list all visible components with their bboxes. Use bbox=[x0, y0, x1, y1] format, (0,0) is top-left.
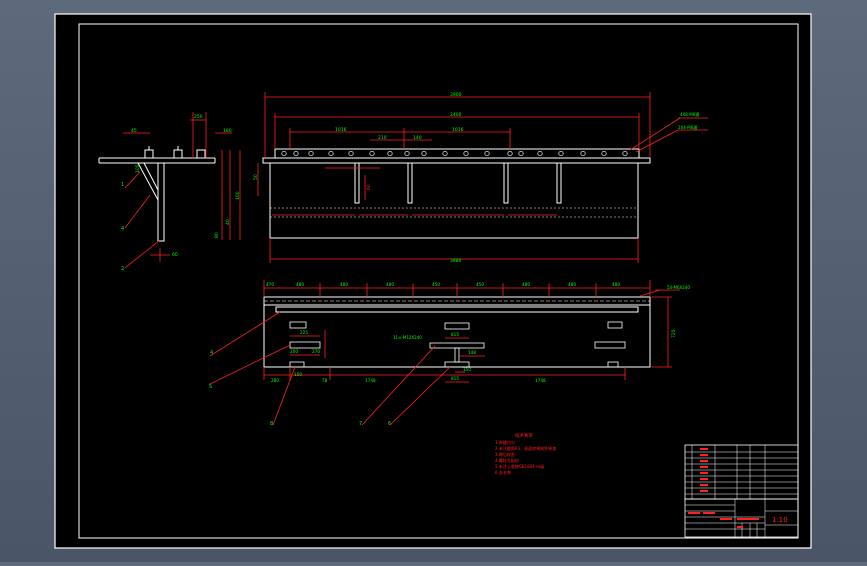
dim-80: 80 bbox=[214, 232, 220, 238]
hole-callout-second: 2X4-M6通 bbox=[678, 124, 697, 130]
dim-180: 180 bbox=[223, 128, 232, 134]
plan-dim-815-top: 815 bbox=[451, 332, 459, 337]
plan-top-dim-1: 470 bbox=[266, 282, 274, 287]
plan-dim-225: 225 bbox=[300, 330, 308, 335]
plan-part-label-8: 8 bbox=[270, 421, 273, 427]
dim-1016-left: 1016 bbox=[335, 127, 347, 133]
plan-dim-148: 148 bbox=[468, 350, 476, 355]
plan-hole-callout-right: 5X-M6X240 bbox=[667, 285, 690, 290]
hole-callout-top: 4X8-M6通 bbox=[680, 111, 699, 117]
plan-top-dim-8: 480 bbox=[568, 282, 576, 287]
plan-top-dim-7: 480 bbox=[522, 282, 530, 287]
dim-2400: 2400 bbox=[450, 112, 462, 118]
plan-top-dim-9: 480 bbox=[612, 282, 620, 287]
dim-250: 250 bbox=[194, 114, 203, 120]
drawing-sheet bbox=[54, 13, 812, 549]
plan-dim-78: 78 bbox=[322, 378, 328, 383]
plan-dim-1748-right: 1748 bbox=[535, 378, 546, 383]
dim-small: 60 bbox=[366, 184, 372, 190]
notes-line-4: 4.螺栓孔配钻 bbox=[495, 457, 519, 463]
title-block-scale: 1:10 bbox=[772, 516, 788, 524]
side-part-label-3: 2 bbox=[121, 266, 124, 272]
notes-title: 技术要求 bbox=[515, 432, 533, 439]
plan-hole-callout-mid: 11×-M12X240 bbox=[393, 335, 422, 340]
dim-overall-length: 3900 bbox=[450, 92, 462, 98]
plan-top-dim-3: 480 bbox=[340, 282, 348, 287]
plan-dim-150-vert: 150 bbox=[294, 372, 302, 377]
plan-dim-815-bottom: 815 bbox=[451, 376, 459, 381]
dim-45: 45 bbox=[131, 128, 137, 134]
dim-140: 140 bbox=[413, 135, 422, 141]
plan-part-label-4: 4 bbox=[210, 350, 213, 356]
plan-part-label-5: 5 bbox=[209, 384, 212, 390]
dim-40: 40 bbox=[225, 219, 231, 225]
plan-dim-270: 270 bbox=[312, 349, 320, 354]
plan-part-label-7: 7 bbox=[359, 421, 362, 427]
notes-line-1: 1.焊缝均匀 bbox=[495, 439, 515, 445]
dim-1016-right: 1016 bbox=[452, 127, 464, 133]
plan-top-dim-2: 480 bbox=[296, 282, 304, 287]
plan-dim-200: 200 bbox=[290, 349, 298, 354]
dim-100: 100 bbox=[235, 191, 241, 200]
drawing-canvas: 45 250 180 100 105 40 80 60 1 4 2 3900 2… bbox=[54, 13, 812, 549]
notes-line-6: 6.去毛刺 bbox=[495, 469, 511, 475]
plan-top-dim-6: 450 bbox=[476, 282, 484, 287]
dim-bottom-length: 3880 bbox=[450, 258, 462, 264]
side-part-label-2: 4 bbox=[121, 226, 124, 232]
dim-210: 210 bbox=[378, 135, 387, 141]
dim-height-left: 50 bbox=[253, 174, 259, 180]
dim-60: 60 bbox=[172, 252, 178, 258]
plan-top-dim-5: 450 bbox=[432, 282, 440, 287]
plan-dim-1748-left: 1748 bbox=[365, 378, 376, 383]
plan-right-dim: 725 bbox=[671, 329, 677, 338]
notes-line-5: 5.未注公差按GB1804-m级 bbox=[495, 463, 544, 469]
notes-line-2: 2.未注圆角R3，表面除锈刷防锈漆 bbox=[495, 445, 556, 451]
plan-dim-150: 150 bbox=[463, 367, 471, 372]
plan-part-label-6: 6 bbox=[388, 421, 391, 427]
cad-viewport: 45 250 180 100 105 40 80 60 1 4 2 3900 2… bbox=[0, 0, 867, 562]
notes-line-3: 3.焊后校直 bbox=[495, 451, 515, 457]
dim-105: 105 bbox=[135, 164, 141, 173]
plan-top-dim-4: 480 bbox=[386, 282, 394, 287]
side-part-label-1: 1 bbox=[121, 182, 124, 188]
plan-dim-280: 280 bbox=[271, 378, 279, 383]
